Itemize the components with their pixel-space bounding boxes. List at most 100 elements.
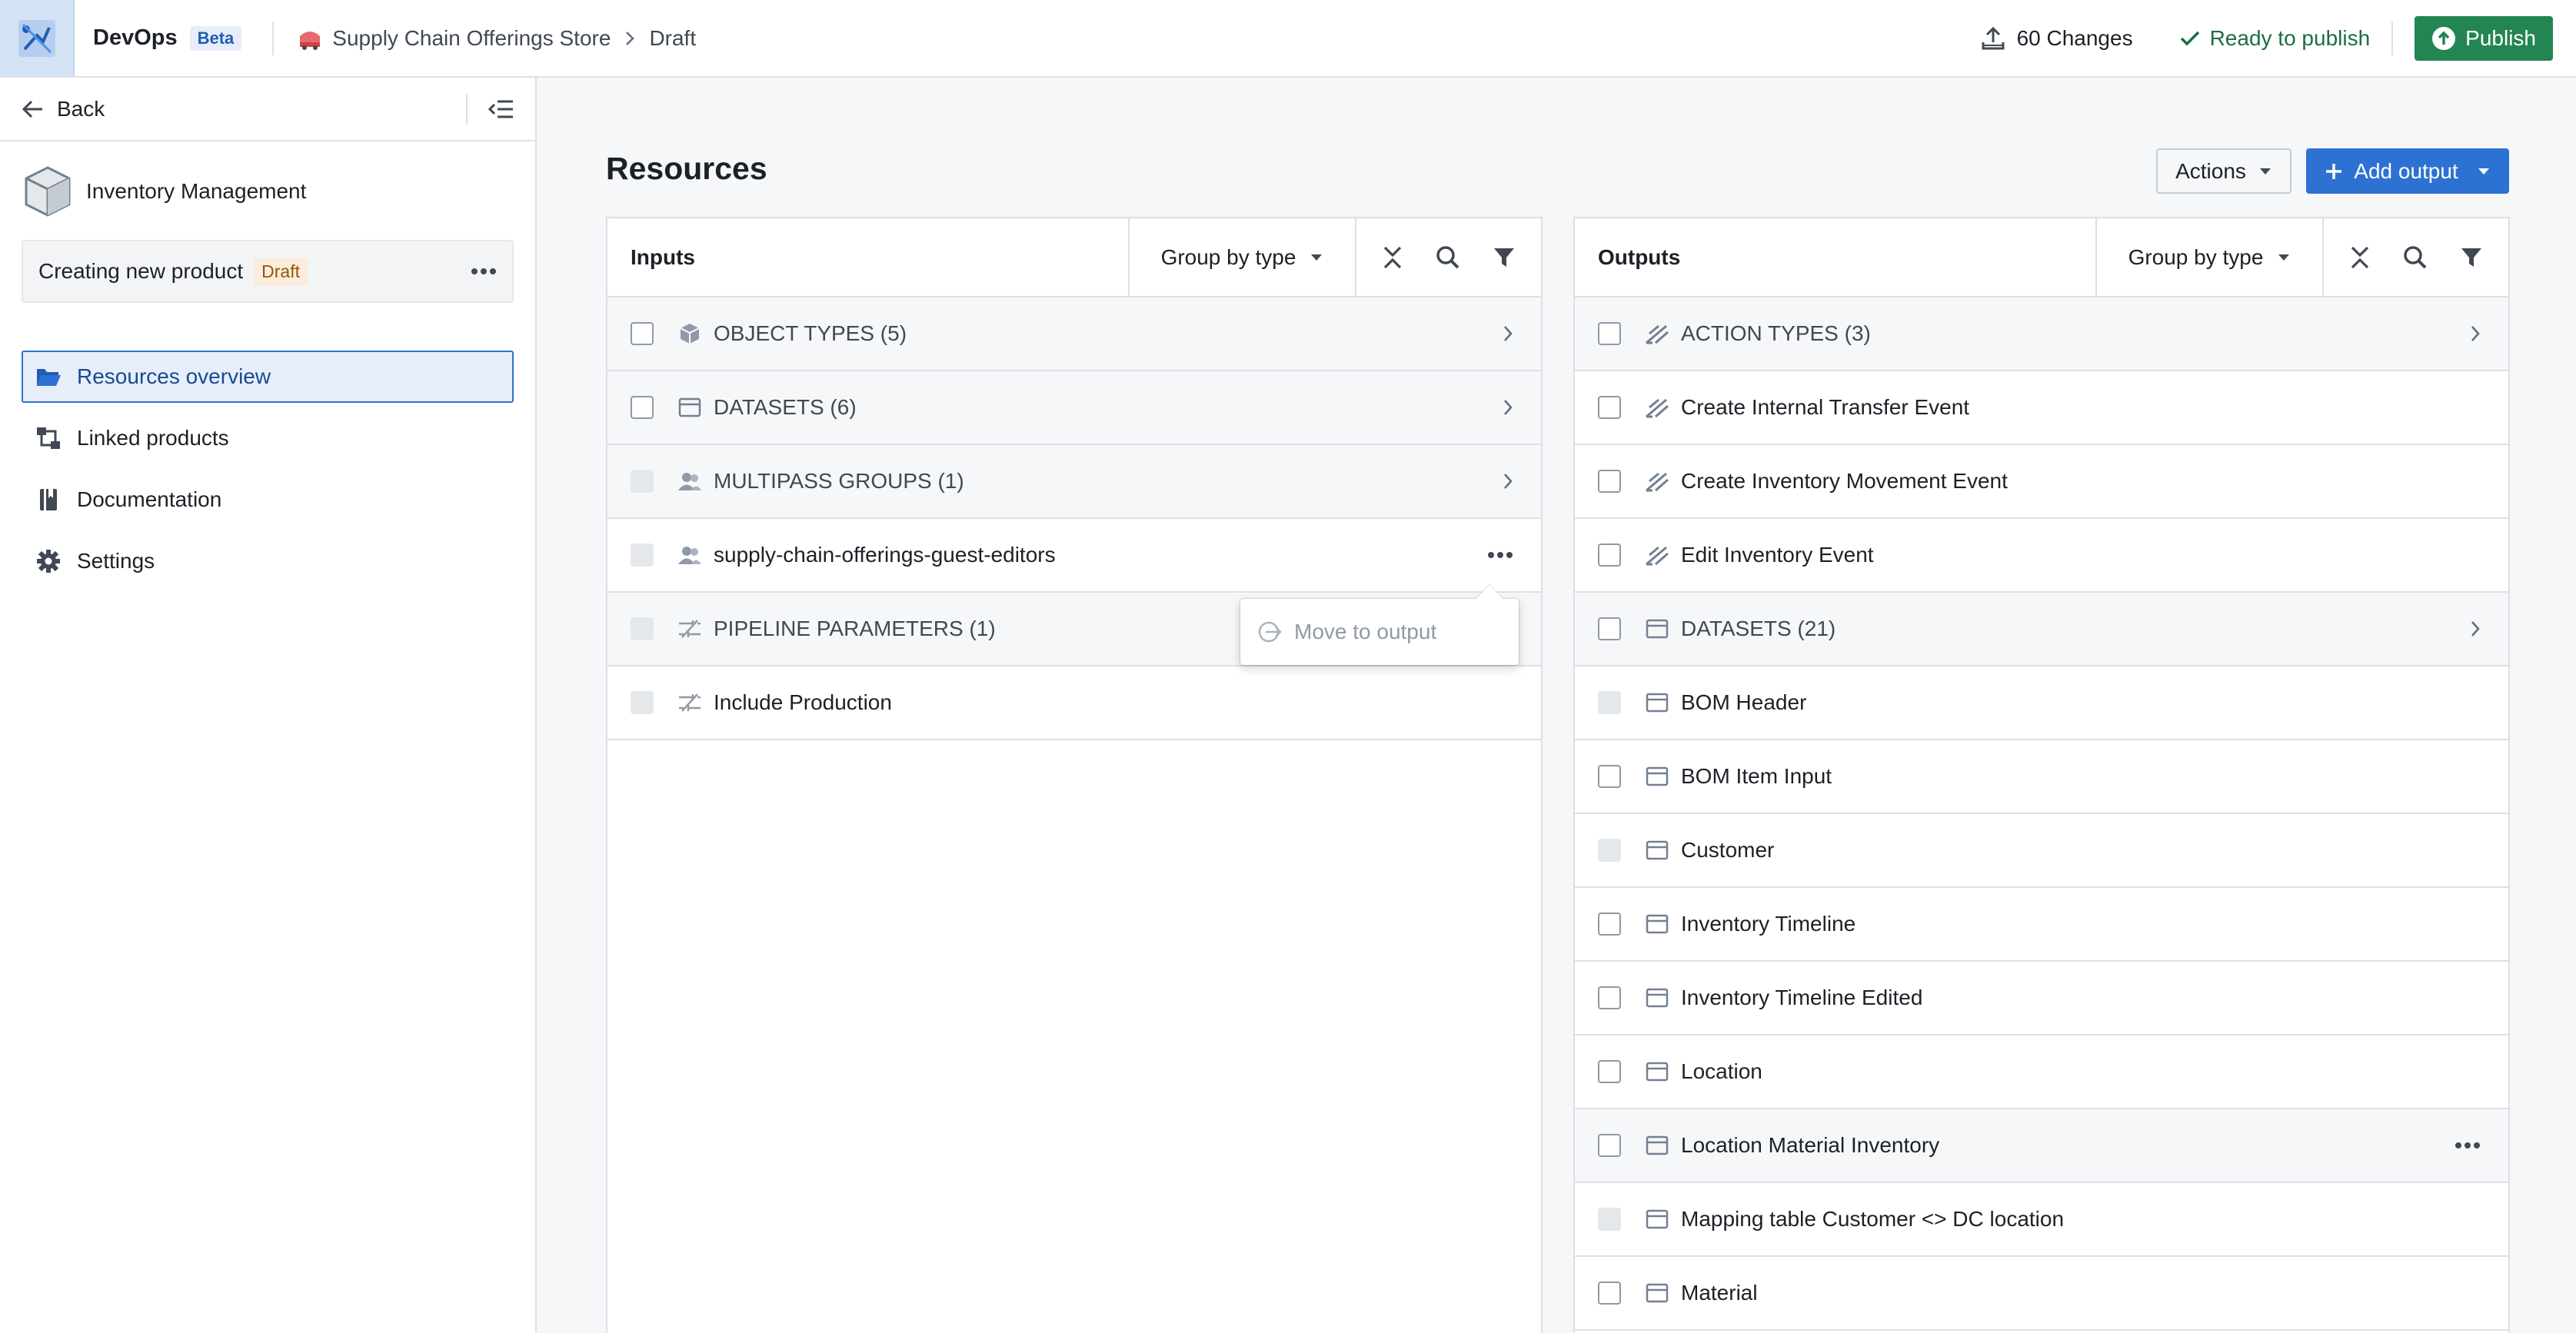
page-title: Resources (606, 151, 767, 186)
search-icon[interactable] (2403, 245, 2428, 270)
publish-button[interactable]: Publish (2415, 15, 2553, 61)
changes-button[interactable]: 60 Changes (1980, 25, 2133, 52)
sidebar-item-documentation[interactable]: Documentation (22, 474, 514, 526)
dataset-table-icon (1644, 1135, 1670, 1155)
people-icon (677, 471, 703, 491)
checkbox[interactable] (1598, 322, 1621, 345)
sidebar-nav: Resources overview Linked products Docum… (0, 351, 535, 587)
people-icon (677, 545, 703, 565)
input-item-include-production[interactable]: Include Production (607, 666, 1541, 740)
row-label: Create Internal Transfer Event (1681, 395, 1970, 419)
breadcrumb: Supply Chain Offerings Store Draft (297, 26, 696, 51)
output-item[interactable]: Location (1575, 1035, 2508, 1109)
more-icon[interactable] (1487, 551, 1513, 559)
chevron-right-icon[interactable] (1503, 324, 1513, 343)
output-item[interactable]: Location Material Inventory (1575, 1109, 2508, 1183)
chevron-right-icon (624, 30, 635, 47)
filter-icon[interactable] (1493, 246, 1516, 269)
row-label: BOM Item Input (1681, 764, 1832, 788)
more-icon[interactable] (471, 268, 497, 275)
dataset-table-icon (1644, 1209, 1670, 1229)
row-label: Create Inventory Movement Event (1681, 469, 2008, 493)
app-name: DevOps (93, 25, 178, 50)
back-row: Back (0, 78, 535, 141)
more-icon[interactable] (2455, 1142, 2481, 1149)
checkbox[interactable] (1598, 912, 1621, 936)
sidebar-item-resources-overview[interactable]: Resources overview (22, 351, 514, 403)
chevron-right-icon[interactable] (2470, 324, 2481, 343)
sidebar-item-label: Resources overview (77, 364, 271, 388)
inputs-title: Inputs (631, 244, 695, 269)
output-item[interactable]: Mapping table Customer <> DC location (1575, 1183, 2508, 1257)
plus-icon (2326, 163, 2342, 179)
sidebar: Back Inventory Management Creating new p… (0, 78, 537, 1333)
output-item[interactable]: BOM Item Input (1575, 740, 2508, 814)
input-group-object-types[interactable]: OBJECT TYPES (5) (607, 298, 1541, 371)
checkbox (631, 691, 654, 714)
checkbox[interactable] (1598, 765, 1621, 788)
caret-down-icon (2478, 168, 2489, 175)
collapse-sidebar-button[interactable] (466, 93, 535, 125)
breadcrumb-current[interactable]: Draft (649, 26, 696, 51)
checkbox[interactable] (631, 322, 654, 345)
move-to-output-menu-item[interactable]: Move to output (1294, 620, 1436, 644)
row-label: DATASETS (21) (1681, 617, 1836, 640)
group-by-label: Group by type (2128, 244, 2264, 269)
parameter-icon (677, 693, 703, 713)
checkbox[interactable] (1598, 1060, 1621, 1083)
dataset-table-icon (1644, 766, 1670, 786)
actions-label: Actions (2175, 158, 2246, 183)
sidebar-item-label: Documentation (77, 487, 222, 511)
input-group-datasets[interactable]: DATASETS (6) (607, 371, 1541, 445)
collapse-all-icon[interactable] (2349, 245, 2371, 270)
output-item[interactable]: BOM Header (1575, 666, 2508, 740)
linked-nodes-icon (35, 426, 62, 450)
sidebar-item-settings[interactable]: Settings (22, 535, 514, 587)
checkbox (631, 617, 654, 640)
actions-dropdown-button[interactable]: Actions (2156, 148, 2291, 194)
output-group-datasets[interactable]: DATASETS (21) (1575, 593, 2508, 666)
sidebar-item-label: Settings (77, 549, 155, 573)
input-group-multipass-groups[interactable]: MULTIPASS GROUPS (1) (607, 445, 1541, 519)
output-item[interactable]: Customer (1575, 814, 2508, 888)
row-label: Edit Inventory Event (1681, 543, 1874, 567)
output-item[interactable]: Inventory Timeline Edited (1575, 962, 2508, 1035)
filter-icon[interactable] (2460, 246, 2483, 269)
dataset-table-icon (677, 397, 703, 417)
input-item-guest-editors[interactable]: supply-chain-offerings-guest-editors (607, 519, 1541, 593)
output-item[interactable]: Edit Inventory Event (1575, 519, 2508, 593)
branch-selector[interactable]: Creating new product Draft (22, 240, 514, 303)
sidebar-item-linked-products[interactable]: Linked products (22, 412, 514, 464)
row-label: OBJECT TYPES (5) (714, 321, 907, 345)
add-output-button[interactable]: Add output (2306, 148, 2509, 194)
checkbox[interactable] (631, 396, 654, 419)
checkbox[interactable] (1598, 544, 1621, 567)
back-button[interactable]: Back (57, 97, 105, 121)
chevron-right-icon[interactable] (1503, 472, 1513, 490)
upload-circle-icon (2432, 26, 2456, 50)
devops-logo-icon[interactable] (0, 0, 75, 77)
checkbox[interactable] (1598, 470, 1621, 493)
output-item[interactable]: Inventory Timeline (1575, 888, 2508, 962)
publish-status: Ready to publish (2179, 26, 2370, 51)
checkbox[interactable] (1598, 986, 1621, 1009)
inputs-group-by-select[interactable]: Group by type (1128, 218, 1355, 296)
product-name: Inventory Management (86, 179, 307, 203)
output-item[interactable]: Create Internal Transfer Event (1575, 371, 2508, 445)
output-item[interactable]: Material (1575, 1257, 2508, 1331)
group-by-label: Group by type (1160, 244, 1296, 269)
outputs-group-by-select[interactable]: Group by type (2095, 218, 2322, 296)
chevron-right-icon[interactable] (1503, 398, 1513, 417)
action-type-icon (1644, 470, 1670, 492)
arrow-left-icon[interactable] (22, 98, 45, 120)
chevron-right-icon[interactable] (2470, 620, 2481, 638)
breadcrumb-store-link[interactable]: Supply Chain Offerings Store (332, 26, 611, 51)
output-item[interactable]: Create Inventory Movement Event (1575, 445, 2508, 519)
checkbox[interactable] (1598, 1134, 1621, 1157)
collapse-all-icon[interactable] (1382, 245, 1403, 270)
checkbox[interactable] (1598, 1281, 1621, 1305)
checkbox[interactable] (1598, 396, 1621, 419)
output-group-action-types[interactable]: ACTION TYPES (3) (1575, 298, 2508, 371)
checkbox[interactable] (1598, 617, 1621, 640)
search-icon[interactable] (1436, 245, 1460, 270)
